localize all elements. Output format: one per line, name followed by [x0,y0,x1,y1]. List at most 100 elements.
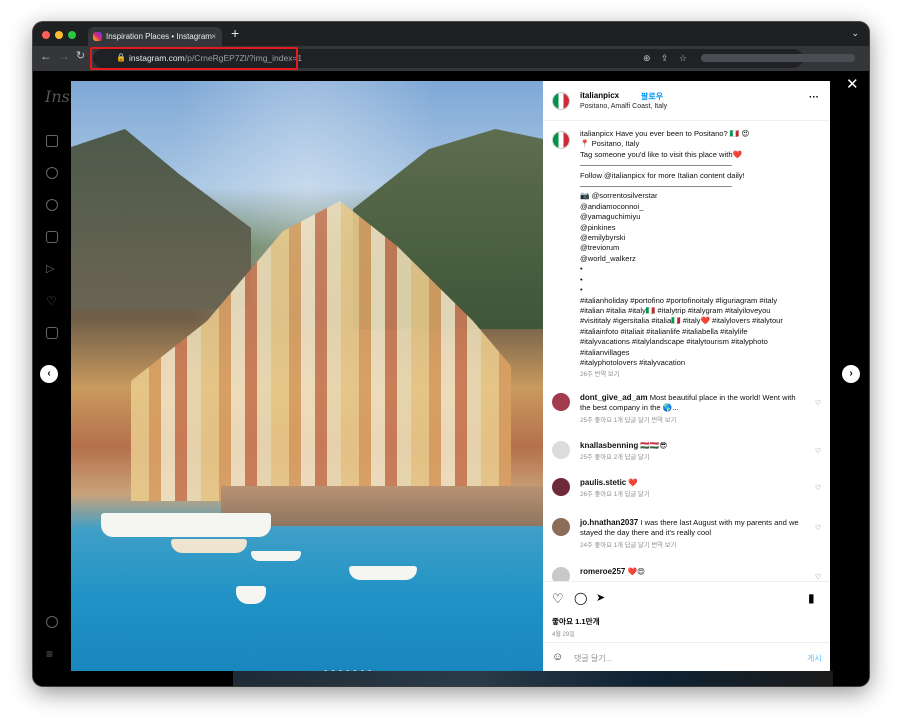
caption-line: #italianholiday #portofino #portofinoita… [580,295,778,305]
create-icon[interactable] [46,327,58,339]
notifications-icon[interactable]: ♡ [46,295,58,307]
comment-body: jo.hnathan2037 I was there last August w… [580,518,804,551]
caption-line: #italyphotolovers #italyvacation [580,357,686,367]
bookmark-star-icon[interactable]: ☆ [679,53,687,64]
commenter-avatar[interactable] [552,478,570,496]
address-bar[interactable]: 🔒 instagram.com/p/CrneRgEP7Zl/?img_index… [90,47,803,70]
photo-boat [349,566,417,580]
tab-instagram[interactable]: Inspiration Places • Instagram × [88,27,222,46]
comment-input[interactable]: 댓글 달기... [574,653,612,664]
extensions-blurred-area [701,54,855,62]
explore-icon[interactable] [46,199,58,211]
url-highlight-box [90,47,298,70]
install-app-icon[interactable]: ⊕ [643,53,651,64]
commenter-username[interactable]: romeroe257 [580,567,625,576]
comment-meta[interactable]: 26주 좋아요 1개 답글 달기 [580,490,804,500]
emoji-icon[interactable]: ☺ [552,651,563,663]
caption-text: italianpicx Have you ever been to Posita… [580,129,825,381]
comment-text: ❤️😍 [627,567,645,576]
maximize-window-button[interactable] [68,31,76,39]
photo-cliff-left [71,129,251,309]
comment-like-heart-icon[interactable]: ♡ [815,399,821,407]
caption-line: #italiainfoto #italiait #italianlife #it… [580,326,748,336]
comment-text: ❤️ [628,478,638,487]
close-window-button[interactable] [42,31,50,39]
caption-line: @treviorum [580,243,620,253]
comment-body: knallasbenning 🇭🇺🇭🇺😎 25주 좋아요 2개 답글 달기 [580,441,804,464]
comment-like-heart-icon[interactable]: ♡ [815,447,821,455]
instagram-favicon-icon [93,32,102,41]
commenter-avatar[interactable] [552,518,570,536]
reload-icon[interactable]: ↻ [76,49,85,62]
share-icon[interactable]: ➤ [596,591,605,604]
commenter-avatar[interactable] [552,441,570,459]
photo-boat [101,513,271,537]
browser-toolbar: ← → ↻ 🔒 instagram.com/p/CrneRgEP7Zl/?img… [33,46,869,71]
commenter-username[interactable]: paulis.stetic [580,478,626,487]
tab-search-chevron-icon[interactable]: ⌄ [851,28,859,39]
comment-body: paulis.stetic ❤️ 26주 좋아요 1개 답글 달기 [580,478,804,501]
new-tab-button[interactable]: + [231,25,239,41]
instagram-modal-overlay: Insta ▷ ♡ ≡ ‹ › ● ● ● ● ● ● ● [33,71,869,686]
comment-body: dont_give_ad_am Most beautiful place in … [580,393,804,426]
caption-line: 📷 @sorrentosilverstar [580,191,658,201]
tab-close-icon[interactable]: × [211,27,216,46]
commenter-username[interactable]: knallasbenning [580,441,638,450]
caption-line: ———————————————————— [580,160,732,170]
tab-title: Inspiration Places • Instagram [106,32,212,41]
comment-like-heart-icon[interactable]: ♡ [815,484,821,492]
prev-post-button[interactable]: ‹ [40,365,58,383]
comment-meta[interactable]: 25주 좋아요 1개 답글 달기 번역 보기 [580,416,804,426]
messages-icon[interactable]: ▷ [46,263,58,275]
comment-icon[interactable]: ◯ [574,591,587,605]
post-comment-button[interactable]: 게시 [807,653,822,664]
post-date: 4월 29일 [552,632,575,638]
caption-line: Tag someone you'd like to visit this pla… [580,149,743,159]
background-feed-strip [233,671,833,686]
tab-strip: Inspiration Places • Instagram × + ⌄ [33,22,869,46]
follow-button[interactable]: 팔로우 [641,91,663,102]
search-icon[interactable] [46,167,58,179]
save-bookmark-icon[interactable]: ▮ [808,591,815,605]
caption-meta: 26주 번역 보기 [580,371,620,379]
commenter-username[interactable]: jo.hnathan2037 [580,518,638,527]
italy-flag-avatar[interactable] [552,92,570,110]
caption-line: #italyvacations #italylandscape #italyto… [580,337,768,347]
forward-arrow-icon[interactable]: → [58,49,70,63]
caption-line: 📍 Positano, Italy [580,139,640,149]
close-modal-icon[interactable]: ✕ [846,75,859,93]
post-username[interactable]: italianpicx [580,91,619,100]
comment-meta[interactable]: 25주 좋아요 2개 답글 달기 [580,453,804,463]
home-icon[interactable] [46,135,58,147]
caption-line: @andiamoconnoi_ [580,201,644,211]
menu-icon[interactable]: ≡ [46,648,58,660]
caption-line: #visititaly #igersitalia #italia🇮🇹 #ital… [580,316,783,326]
share-page-icon[interactable]: ⇪ [661,53,669,64]
commenter-username[interactable]: dont_give_ad_am [580,393,648,402]
browser-window: Inspiration Places • Instagram × + ⌄ ← →… [33,22,869,686]
like-heart-icon[interactable]: ♡ [552,591,564,607]
threads-icon[interactable] [46,616,58,628]
comment-meta[interactable]: 24주 좋아요 1개 답글 달기 번역 보기 [580,541,804,551]
caption-line: #italian #italia #italy🇮🇹 #italytrip #it… [580,305,771,315]
comment-text: 🇭🇺🇭🇺😎 [640,441,668,450]
comment-like-heart-icon[interactable]: ♡ [815,573,821,581]
post-location[interactable]: Positano, Amalfi Coast, Italy [580,103,667,110]
commenter-avatar[interactable] [552,393,570,411]
caption-line: • [580,264,583,274]
post-photo[interactable]: › ● ● ● ● ● ● ● [71,81,543,671]
likes-count[interactable]: 좋아요 1.1만개 [552,616,600,627]
add-comment-bar: ☺ 댓글 달기... 게시 [543,642,830,671]
photo-boat [171,539,247,553]
comment-like-heart-icon[interactable]: ♡ [815,524,821,532]
photo-boat [251,551,301,561]
next-post-button[interactable]: › [842,365,860,383]
back-arrow-icon[interactable]: ← [40,49,52,63]
caption-line: @emilybyrski [580,233,626,243]
post-detail-panel: italianpicx 팔로우 Positano, Amalfi Coast, … [543,81,830,671]
more-options-icon[interactable]: ··· [809,92,819,103]
minimize-window-button[interactable] [55,31,63,39]
italy-flag-avatar[interactable] [552,131,570,149]
caption-line: • [580,274,583,284]
reels-icon[interactable] [46,231,58,243]
